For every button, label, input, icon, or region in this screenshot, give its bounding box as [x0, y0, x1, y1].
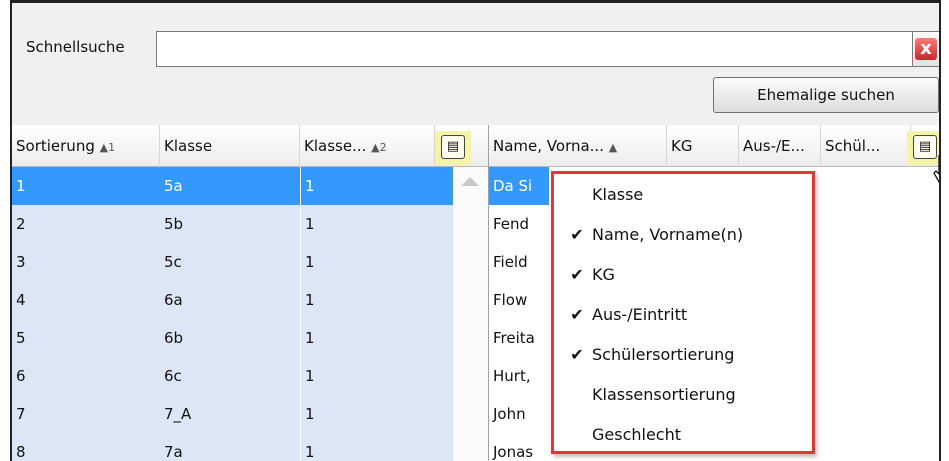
table-cell: Hurt, [493, 367, 531, 385]
column-header-klasse[interactable]: Klasse [160, 125, 300, 167]
column-header-label: Name, Vorna... [493, 137, 604, 155]
checkmark-icon: ✔ [570, 265, 584, 284]
column-header-label: Aus-/E... [743, 137, 805, 155]
table-row[interactable]: 3 5c 1 [12, 243, 453, 281]
table-cell: Freita [493, 329, 535, 347]
table-cell: 5a [164, 177, 183, 195]
column-header-schuelersortierung[interactable]: Schül... [821, 125, 911, 167]
menu-item-label: Klasse [592, 185, 644, 204]
table-cell: Da Si [493, 177, 533, 195]
table-row[interactable]: 2 5b 1 [12, 205, 453, 243]
menu-item-label: Klassensortierung [592, 385, 736, 404]
table-cell: 1 [300, 243, 453, 281]
window-frame: Schnellsuche x Ehemalige suchen Sortieru… [10, 0, 941, 461]
menu-item-klasse[interactable]: Klasse [554, 176, 812, 214]
search-label: Schnellsuche [26, 38, 125, 56]
table-cell: 5b [164, 215, 184, 233]
clear-search-button[interactable]: x [912, 31, 939, 67]
table-cell: 1 [300, 395, 453, 433]
table-row[interactable]: Hurt, [489, 357, 549, 395]
students-grid-header: Name, Vorna... ▲ KG Aus-/E... Schül... ▤ [489, 125, 939, 167]
column-header-aus-eintritt[interactable]: Aus-/E... [739, 125, 821, 167]
table-row[interactable]: 5 6b 1 [12, 319, 453, 357]
table-cell: Jonas [493, 443, 534, 461]
menu-item-label: Geschlecht [592, 425, 682, 444]
close-icon: x [915, 38, 937, 60]
table-row[interactable]: 6 6c 1 [12, 357, 453, 395]
search-input[interactable] [156, 31, 914, 67]
column-header-name[interactable]: Name, Vorna... ▲ [489, 125, 667, 167]
column-header-label: Klasse [164, 137, 213, 155]
menu-item-aus-eintritt[interactable]: ✔ Aus-/Eintritt [554, 296, 812, 334]
table-row[interactable]: 8 7a 1 [12, 433, 453, 461]
column-header-sortierung[interactable]: Sortierung ▲1 [12, 125, 160, 167]
vertical-scrollbar[interactable] [453, 167, 488, 461]
table-cell: 1 [300, 205, 453, 243]
column-header-label: Sortierung [16, 137, 95, 155]
table-row[interactable]: John [489, 395, 549, 433]
sort-asc-icon: ▲1 [99, 141, 116, 154]
table-cell: 6a [164, 291, 183, 309]
column-header-label: Schül... [825, 137, 881, 155]
checkmark-icon: ✔ [570, 345, 584, 364]
checkmark-icon: ✔ [570, 305, 584, 324]
column-chooser-icon: ▤ [441, 135, 465, 159]
table-cell: 1 [16, 177, 26, 195]
column-header-kg[interactable]: KG [667, 125, 739, 167]
menu-item-geschlecht[interactable]: Geschlecht [554, 416, 812, 454]
table-row[interactable]: Da Si [489, 167, 549, 205]
table-row[interactable]: Fend [489, 205, 549, 243]
menu-item-kg[interactable]: ✔ KG [554, 256, 812, 294]
table-cell: 6b [164, 329, 184, 347]
table-cell: 1 [300, 167, 453, 205]
table-cell: 3 [16, 253, 26, 271]
classes-grid-header: Sortierung ▲1 Klasse Klasse... ▲2 ▤ [12, 125, 488, 167]
table-cell: 7a [164, 443, 183, 461]
table-cell: 8 [16, 443, 26, 461]
table-row[interactable]: Jonas [489, 433, 549, 461]
table-cell: 5 [16, 329, 26, 347]
menu-item-label: Aus-/Eintritt [592, 305, 688, 324]
menu-item-label: Schülersortierung [592, 345, 735, 364]
checkmark-icon: ✔ [570, 225, 584, 244]
table-cell: 6 [16, 367, 26, 385]
classes-grid: Sortierung ▲1 Klasse Klasse... ▲2 ▤ 1 5a… [12, 125, 489, 461]
menu-item-klassensortierung[interactable]: Klassensortierung [554, 376, 812, 414]
table-cell: 2 [16, 215, 26, 233]
column-chooser-menu: Klasse ✔ Name, Vorname(n) ✔ KG ✔ Aus-/Ei… [551, 171, 815, 454]
table-row[interactable]: Field [489, 243, 549, 281]
sort-asc-icon: ▲ [608, 141, 618, 154]
table-cell: Field [493, 253, 528, 271]
table-cell: 1 [300, 281, 453, 319]
table-cell: 1 [300, 433, 453, 461]
table-cell: 4 [16, 291, 26, 309]
table-cell: Flow [493, 291, 528, 309]
column-chooser-button[interactable]: ▤ [435, 131, 471, 165]
table-cell: 7_A [164, 405, 192, 423]
menu-item-name-vorname[interactable]: ✔ Name, Vorname(n) [554, 216, 812, 254]
table-cell: 5c [164, 253, 182, 271]
mouse-cursor-icon [933, 155, 939, 183]
table-row[interactable]: 1 5a 1 [12, 167, 453, 205]
table-cell: Fend [493, 215, 530, 233]
menu-item-label: KG [592, 265, 615, 284]
table-row[interactable]: Flow [489, 281, 549, 319]
table-cell: 1 [300, 319, 453, 357]
ehemalige-suchen-button[interactable]: Ehemalige suchen [713, 77, 939, 113]
table-row[interactable]: Freita [489, 319, 549, 357]
table-row[interactable]: 7 7_A 1 [12, 395, 453, 433]
table-cell: John [493, 405, 526, 423]
scroll-up-arrow-icon[interactable] [461, 177, 479, 186]
menu-item-schuelersortierung[interactable]: ✔ Schülersortierung [554, 336, 812, 374]
column-header-klasse-sort[interactable]: Klasse... ▲2 [300, 125, 435, 167]
menu-item-label: Name, Vorname(n) [592, 225, 744, 244]
table-cell: 1 [300, 357, 453, 395]
column-header-label: KG [671, 137, 693, 155]
table-row[interactable]: 4 6a 1 [12, 281, 453, 319]
sort-asc-icon: ▲2 [371, 141, 387, 154]
table-cell: 7 [16, 405, 26, 423]
column-header-label: Klasse... [304, 137, 367, 155]
table-cell: 6c [164, 367, 182, 385]
